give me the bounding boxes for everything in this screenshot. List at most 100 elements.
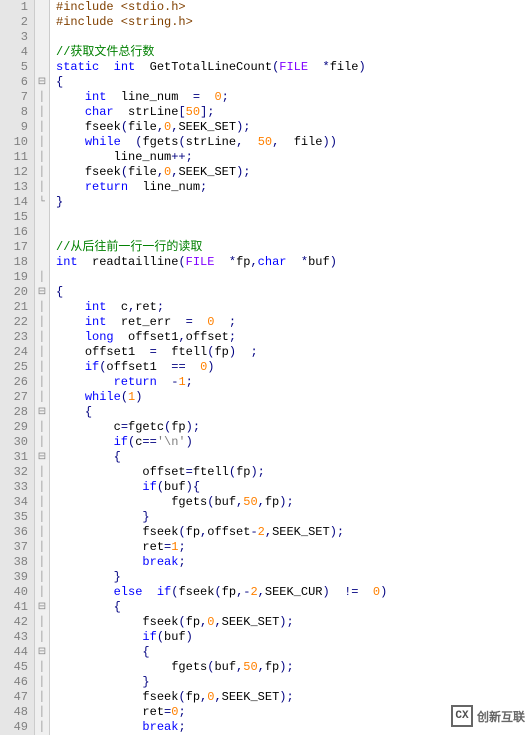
code-line: return -1;: [56, 375, 387, 390]
code-line: int readtailline(FILE *fp,char *buf): [56, 255, 387, 270]
line-number: 40: [4, 585, 28, 600]
line-number: 26: [4, 375, 28, 390]
line-number: 18: [4, 255, 28, 270]
fold-marker: │: [35, 480, 49, 495]
code-line: fgets(buf,50,fp);: [56, 495, 387, 510]
fold-marker[interactable]: ⊟: [35, 75, 49, 90]
fold-marker: │: [35, 135, 49, 150]
fold-marker: │: [35, 300, 49, 315]
code-line: static int GetTotalLineCount(FILE *file): [56, 60, 387, 75]
code-editor: 1234567891011121314151617181920212223242…: [0, 0, 529, 735]
fold-marker: │: [35, 150, 49, 165]
fold-marker: │: [35, 675, 49, 690]
fold-marker: [35, 45, 49, 60]
fold-marker: │: [35, 585, 49, 600]
line-number: 47: [4, 690, 28, 705]
code-line: fseek(file,0,SEEK_SET);: [56, 165, 387, 180]
line-number: 5: [4, 60, 28, 75]
line-number: 22: [4, 315, 28, 330]
code-line: {: [56, 75, 387, 90]
line-number: 36: [4, 525, 28, 540]
line-number: 41: [4, 600, 28, 615]
logo-mark: CX: [451, 705, 473, 727]
line-number-gutter: 1234567891011121314151617181920212223242…: [0, 0, 35, 735]
code-line: {: [56, 450, 387, 465]
line-number: 24: [4, 345, 28, 360]
line-number: 3: [4, 30, 28, 45]
code-line: fseek(fp,offset-2,SEEK_SET);: [56, 525, 387, 540]
code-line: fseek(fp,0,SEEK_SET);: [56, 690, 387, 705]
code-line: while (fgets(strLine, 50, file)): [56, 135, 387, 150]
code-area: #include <stdio.h>#include <string.h>//获…: [50, 0, 387, 735]
fold-marker: │: [35, 435, 49, 450]
code-line: }: [56, 195, 387, 210]
logo-text: 创新互联: [477, 708, 525, 725]
line-number: 48: [4, 705, 28, 720]
line-number: 13: [4, 180, 28, 195]
line-number: 23: [4, 330, 28, 345]
code-line: return line_num;: [56, 180, 387, 195]
fold-marker: └: [35, 195, 49, 210]
line-number: 45: [4, 660, 28, 675]
line-number: 31: [4, 450, 28, 465]
line-number: 16: [4, 225, 28, 240]
fold-marker[interactable]: ⊟: [35, 405, 49, 420]
code-line: int c,ret;: [56, 300, 387, 315]
line-number: 43: [4, 630, 28, 645]
line-number: 34: [4, 495, 28, 510]
code-line: {: [56, 405, 387, 420]
code-line: {: [56, 645, 387, 660]
code-line: if(buf){: [56, 480, 387, 495]
code-line: if(buf): [56, 630, 387, 645]
line-number: 29: [4, 420, 28, 435]
line-number: 21: [4, 300, 28, 315]
fold-marker[interactable]: ⊟: [35, 600, 49, 615]
fold-marker: [35, 225, 49, 240]
code-line: while(1): [56, 390, 387, 405]
line-number: 14: [4, 195, 28, 210]
line-number: 12: [4, 165, 28, 180]
line-number: 39: [4, 570, 28, 585]
fold-marker: │: [35, 360, 49, 375]
code-line: [56, 270, 387, 285]
fold-marker: │: [35, 525, 49, 540]
code-line: fseek(file,0,SEEK_SET);: [56, 120, 387, 135]
fold-marker: │: [35, 570, 49, 585]
fold-marker: │: [35, 510, 49, 525]
code-line: {: [56, 285, 387, 300]
fold-marker: │: [35, 120, 49, 135]
line-number: 37: [4, 540, 28, 555]
line-number: 8: [4, 105, 28, 120]
fold-marker: │: [35, 165, 49, 180]
code-line: #include <stdio.h>: [56, 0, 387, 15]
fold-marker: │: [35, 705, 49, 720]
fold-gutter: ⊟│││││││└│⊟│││││││⊟││⊟│││││││││⊟││⊟│││││: [35, 0, 50, 735]
code-line: if(c=='\n'): [56, 435, 387, 450]
line-number: 32: [4, 465, 28, 480]
line-number: 49: [4, 720, 28, 735]
fold-marker: [35, 255, 49, 270]
line-number: 33: [4, 480, 28, 495]
fold-marker: │: [35, 90, 49, 105]
fold-marker[interactable]: ⊟: [35, 450, 49, 465]
code-line: fseek(fp,0,SEEK_SET);: [56, 615, 387, 630]
fold-marker[interactable]: ⊟: [35, 645, 49, 660]
fold-marker: │: [35, 690, 49, 705]
fold-marker: [35, 0, 49, 15]
code-line: int line_num = 0;: [56, 90, 387, 105]
code-line: if(offset1 == 0): [56, 360, 387, 375]
line-number: 17: [4, 240, 28, 255]
line-number: 27: [4, 390, 28, 405]
code-line: fgets(buf,50,fp);: [56, 660, 387, 675]
line-number: 9: [4, 120, 28, 135]
code-line: {: [56, 600, 387, 615]
code-line: break;: [56, 720, 387, 735]
fold-marker: [35, 30, 49, 45]
line-number: 11: [4, 150, 28, 165]
line-number: 6: [4, 75, 28, 90]
code-line: offset=ftell(fp);: [56, 465, 387, 480]
code-line: offset1 = ftell(fp) ;: [56, 345, 387, 360]
code-line: [56, 210, 387, 225]
fold-marker[interactable]: ⊟: [35, 285, 49, 300]
code-line: line_num++;: [56, 150, 387, 165]
